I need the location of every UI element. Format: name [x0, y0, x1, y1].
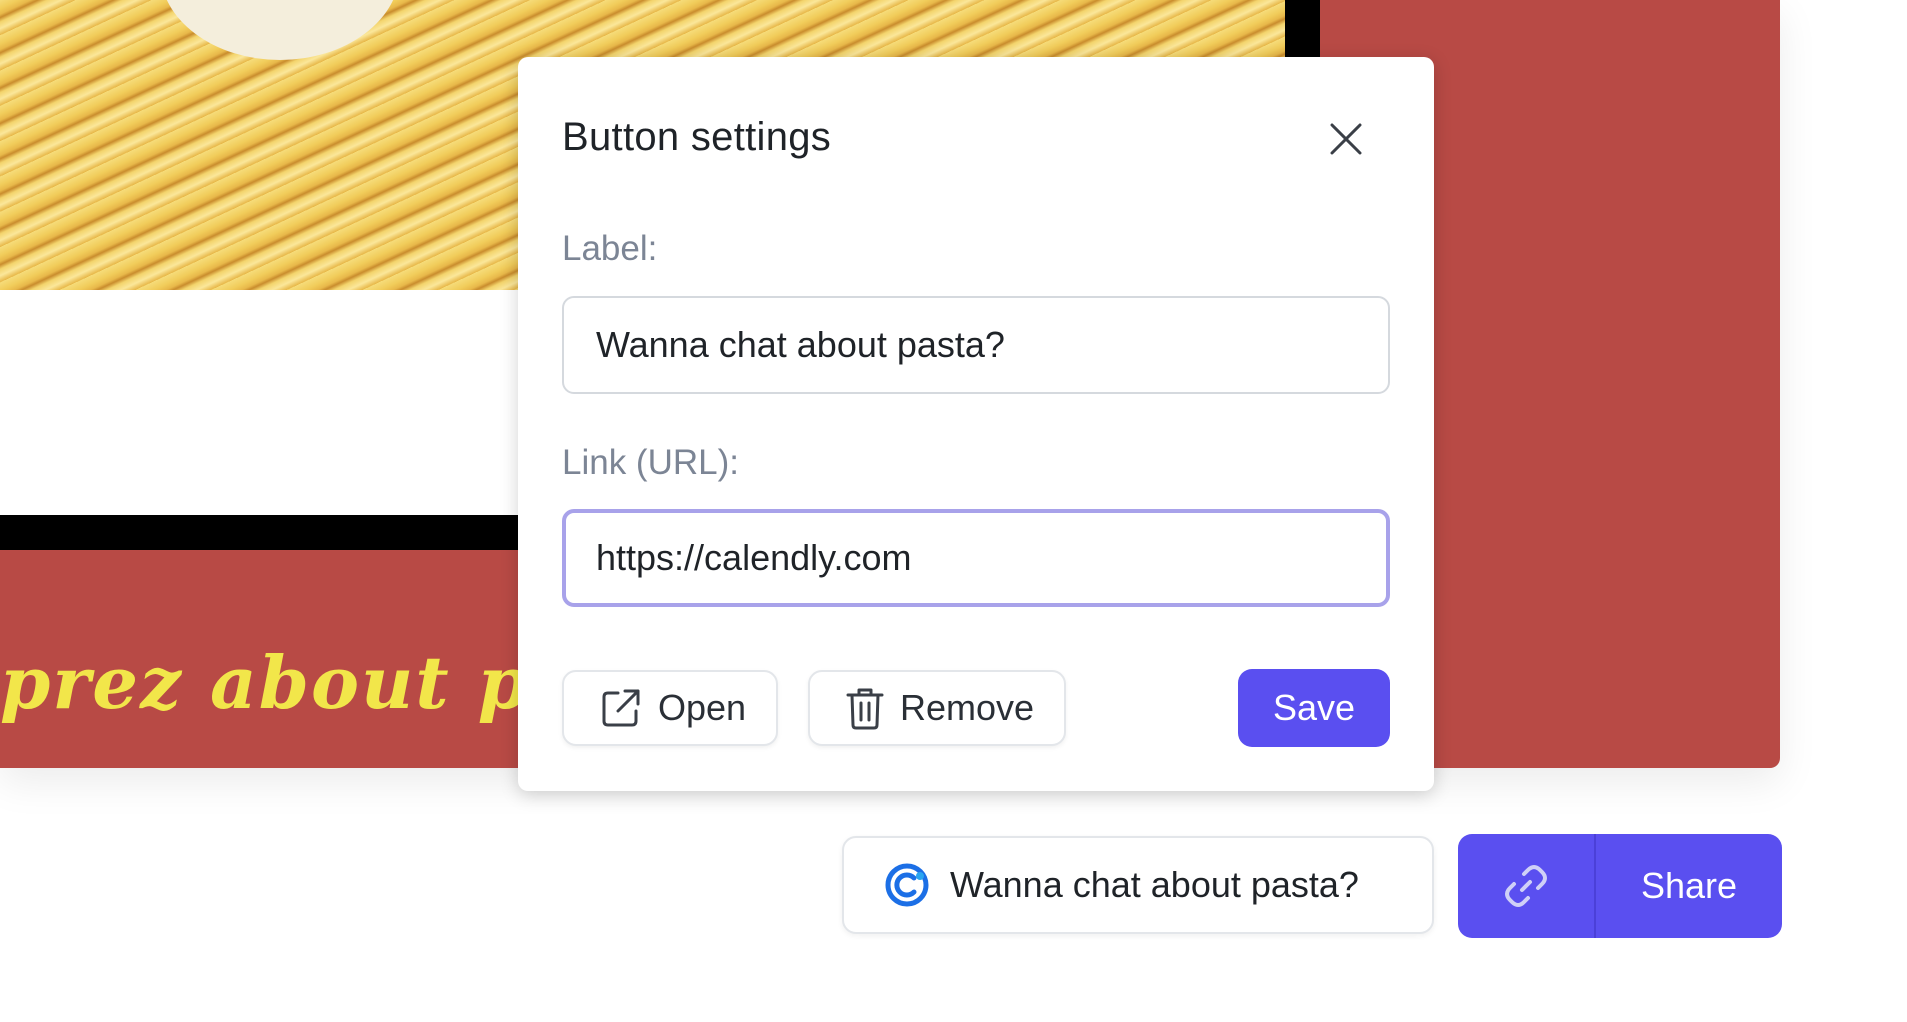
label-field-label: Label: — [562, 229, 658, 268]
cta-label: Wanna chat about pasta? — [950, 864, 1359, 905]
cta-button-preview[interactable]: Wanna chat about pasta? — [842, 836, 1434, 934]
remove-label: Remove — [900, 687, 1035, 728]
save-button[interactable]: Save — [1238, 669, 1390, 747]
plate-shape — [160, 0, 400, 60]
dialog-title: Button settings — [562, 115, 832, 159]
button-settings-dialog: Button settings Label: Link (URL): Open … — [518, 57, 1434, 791]
label-input[interactable] — [562, 296, 1390, 394]
close-icon — [1330, 123, 1362, 155]
open-button[interactable]: Open — [562, 670, 779, 746]
open-label: Open — [658, 687, 747, 728]
link-url-input[interactable] — [562, 509, 1390, 607]
link-icon — [1505, 865, 1547, 907]
share-button[interactable]: Share — [1596, 834, 1782, 938]
close-button[interactable] — [1324, 117, 1368, 161]
link-field-label: Link (URL): — [562, 443, 739, 482]
share-button-group: Share — [1458, 834, 1782, 938]
remove-button[interactable]: Remove — [808, 670, 1067, 746]
trash-icon — [846, 688, 884, 730]
external-link-icon — [602, 689, 640, 727]
slide-headline: prez about p — [0, 640, 531, 725]
copy-link-button[interactable] — [1458, 834, 1596, 938]
calendly-icon — [885, 863, 929, 907]
